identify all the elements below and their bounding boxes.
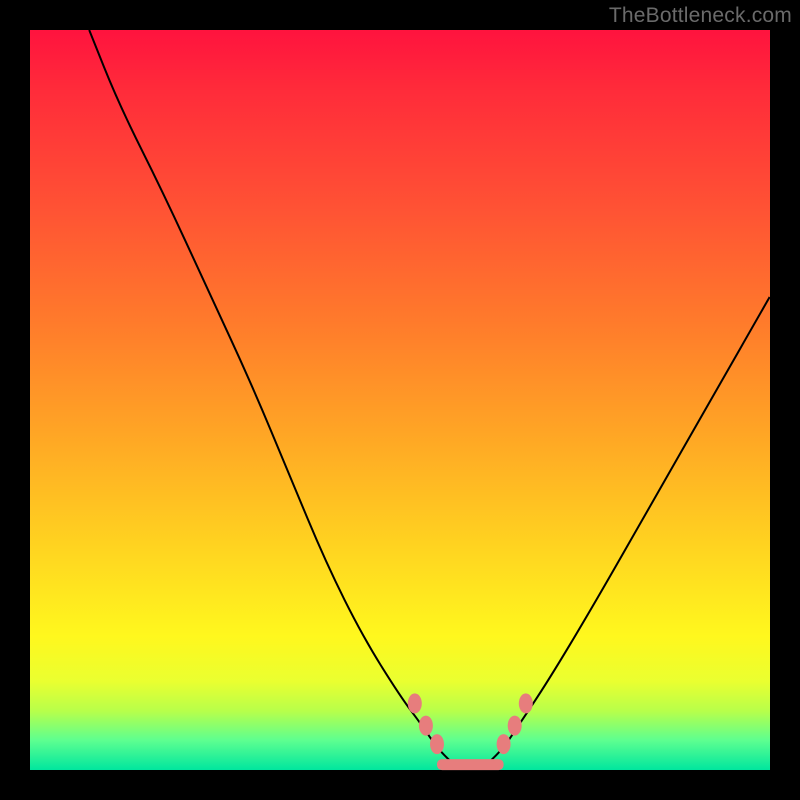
chart-overlay bbox=[30, 30, 770, 770]
bead-marker bbox=[519, 693, 533, 713]
bead-bar bbox=[437, 759, 504, 770]
curve-left bbox=[89, 30, 452, 763]
bead-marker bbox=[497, 734, 511, 754]
bead-marker bbox=[408, 693, 422, 713]
outer-frame: TheBottleneck.com bbox=[0, 0, 800, 800]
bead-marker bbox=[430, 734, 444, 754]
bead-markers bbox=[408, 693, 533, 754]
bead-marker bbox=[508, 716, 522, 736]
watermark: TheBottleneck.com bbox=[609, 4, 792, 28]
bead-marker bbox=[419, 716, 433, 736]
curve-right bbox=[489, 296, 770, 762]
